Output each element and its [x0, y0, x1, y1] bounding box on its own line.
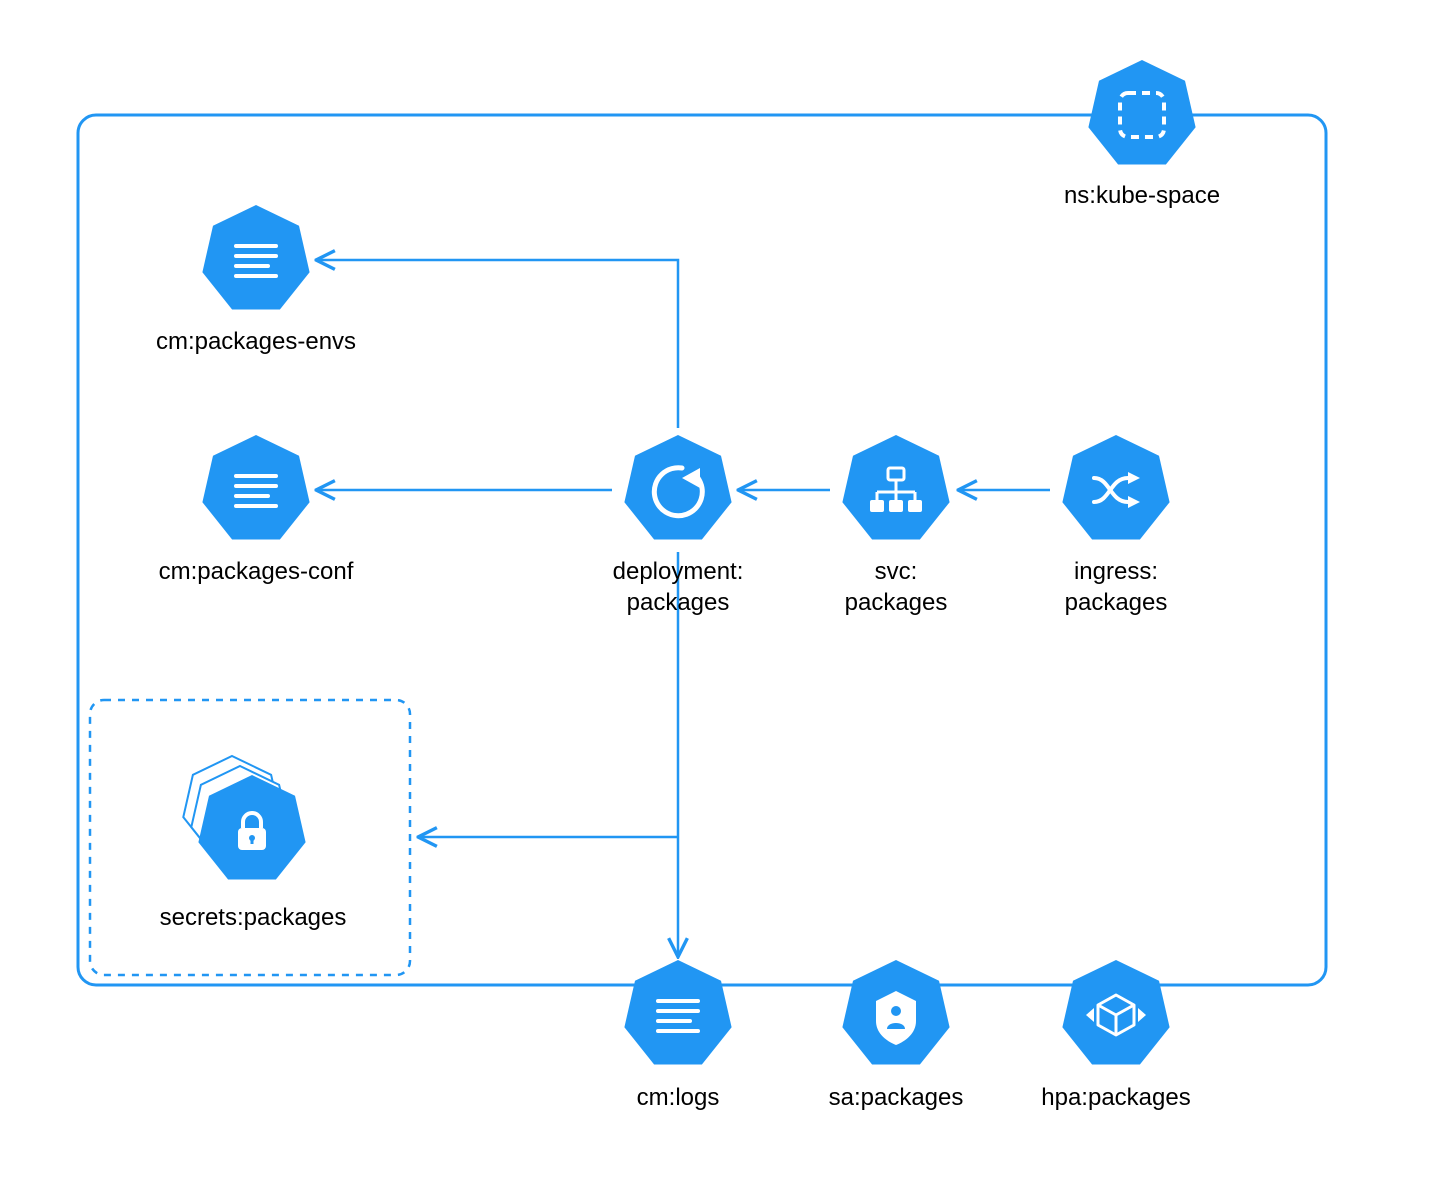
deployment-icon — [654, 468, 702, 516]
node-ingress: ingress: packages — [1016, 546, 1216, 618]
node-cm-conf-label: cm:packages-conf — [159, 556, 354, 587]
serviceaccount-icon — [876, 991, 916, 1045]
node-ingress-label: ingress: packages — [1065, 556, 1168, 618]
node-deployment-icon — [624, 435, 731, 540]
configmap-icon — [236, 476, 276, 506]
node-cm-conf: cm:packages-conf — [120, 546, 392, 587]
node-secrets-icon — [183, 756, 305, 880]
service-icon — [870, 468, 922, 512]
node-sa: sa:packages — [796, 1072, 996, 1113]
node-hpa-icon — [1062, 960, 1169, 1065]
namespace-icon — [1120, 93, 1164, 137]
node-cm-envs: cm:packages-envs — [120, 316, 392, 357]
secrets-group-box — [90, 700, 410, 975]
node-namespace-icon — [1088, 60, 1195, 165]
node-svc-icon — [842, 435, 949, 540]
ingress-icon — [1094, 472, 1140, 508]
node-secrets: secrets:packages — [108, 892, 398, 933]
node-hpa: hpa:packages — [1016, 1072, 1216, 1113]
node-hpa-label: hpa:packages — [1041, 1082, 1190, 1113]
lock-icon — [238, 813, 266, 850]
node-deployment-label: deployment: packages — [613, 556, 744, 618]
hpa-icon — [1086, 995, 1146, 1035]
configmap-icon — [658, 1001, 698, 1031]
diagram-canvas: ns:kube-space cm:packages-envs cm:packag… — [0, 0, 1456, 1200]
node-svc: svc: packages — [796, 546, 996, 618]
node-sa-icon — [842, 960, 949, 1065]
node-cm-envs-icon — [202, 205, 309, 310]
node-svc-label: svc: packages — [845, 556, 948, 618]
configmap-icon — [236, 246, 276, 276]
node-cm-logs-label: cm:logs — [637, 1082, 720, 1113]
node-sa-label: sa:packages — [829, 1082, 964, 1113]
node-cm-logs: cm:logs — [578, 1072, 778, 1113]
node-cm-logs-icon — [624, 960, 731, 1065]
node-cm-conf-icon — [202, 435, 309, 540]
node-secrets-label: secrets:packages — [160, 902, 347, 933]
node-ingress-icon — [1062, 435, 1169, 540]
node-namespace: ns:kube-space — [1042, 170, 1242, 211]
node-deployment: deployment: packages — [578, 546, 778, 618]
node-namespace-label: ns:kube-space — [1064, 180, 1220, 211]
node-cm-envs-label: cm:packages-envs — [156, 326, 356, 357]
